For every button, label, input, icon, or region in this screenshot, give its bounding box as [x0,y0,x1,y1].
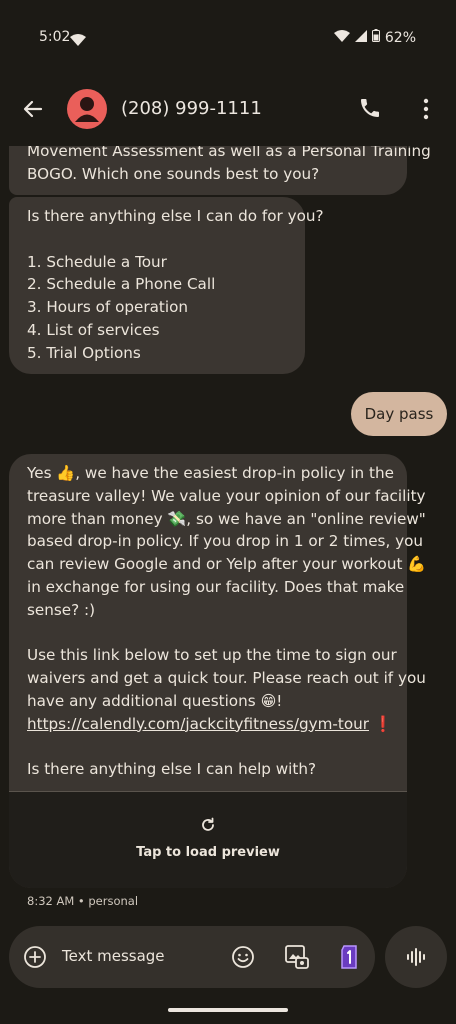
status-bar: 5:02 62% [0,0,456,72]
wifi-icon [333,29,350,46]
add-circle-icon [24,946,46,968]
message-line: 1. Schedule a Tour [27,252,167,271]
emoji-button[interactable] [231,945,255,973]
message-line: waivers and get a quick tour. Please rea… [27,669,426,688]
composer-bar: Text message [9,926,375,988]
message-line: Is there anything else I can help with? [27,760,317,779]
more-vert-icon [423,98,429,120]
message-line: based drop-in policy. If you drop in 1 o… [27,532,424,551]
voice-message-button[interactable] [385,926,447,988]
link-preview[interactable]: Tap to load preview [9,791,407,888]
sim-selector-button[interactable] [338,944,360,974]
message-line: can review Google and or Yelp after your… [27,555,427,574]
conversation: Movement Assessment as well as a Persona… [0,146,456,916]
message-line: https://calendly.com/jackcityfitness/gym… [27,713,393,736]
contact-name[interactable]: (208) 999-1111 [121,98,262,119]
message-line: more than money 💸, so we have an "online… [27,509,426,528]
text-message-input[interactable]: Text message [62,947,165,965]
battery-icon [371,29,380,46]
sim-1-icon [341,945,357,969]
message-line: have any additional questions 😁! [27,691,283,710]
contact-avatar[interactable] [67,89,107,129]
reload-icon [202,817,214,831]
incoming-message[interactable]: Is there anything else I can do for you?… [9,197,324,374]
message-line: 4. List of services [27,320,160,339]
app-bar: (208) 999-1111 [0,72,456,146]
message-timestamp: 8:32 AM • personal [27,894,139,908]
signal-icon [354,29,367,46]
incoming-message[interactable]: Yes 👍, we have the easiest drop-in polic… [9,454,427,888]
message-line: Movement Assessment as well as a Persona… [27,146,431,160]
status-time: 5:02 [39,29,71,45]
message-line: treasure valley! We value your opinion o… [27,486,426,505]
add-attachment-button[interactable] [23,945,47,973]
message-line: in exchange for using our facility. Does… [27,577,405,596]
gallery-button[interactable] [284,944,310,974]
battery-percent: 62% [384,29,416,46]
wifi-icon [70,31,86,50]
status-icons: 62% [333,29,416,46]
calendly-link[interactable]: https://calendly.com/jackcityfitness/gym… [27,715,369,733]
exclamation-emoji: ❗ [368,714,393,733]
person-icon [75,97,99,122]
back-arrow-icon [23,100,43,118]
gallery-icon [285,945,309,969]
message-line: BOGO. Which one sounds best to you? [27,164,320,183]
phone-icon [361,99,379,117]
emoji-icon [232,946,254,968]
message-line: Is there anything else I can do for you? [27,207,324,225]
message-text: Day pass [364,405,434,423]
back-button[interactable] [18,94,48,124]
more-options-button[interactable] [414,96,438,124]
outgoing-message[interactable]: Day pass [351,392,447,436]
tap-to-load-preview: Tap to load preview [136,844,280,860]
message-line: 5. Trial Options [27,343,141,362]
message-line: Use this link below to set up the time t… [27,646,397,665]
incoming-message[interactable]: Movement Assessment as well as a Persona… [9,146,431,195]
message-line: sense? :) [27,600,96,619]
message-line: 2. Schedule a Phone Call [27,275,216,294]
call-button[interactable] [358,96,386,124]
message-line: 3. Hours of operation [27,298,189,317]
home-indicator[interactable] [168,1008,288,1012]
voice-waveform-icon [407,948,425,966]
message-line: Yes 👍, we have the easiest drop-in polic… [27,464,394,482]
